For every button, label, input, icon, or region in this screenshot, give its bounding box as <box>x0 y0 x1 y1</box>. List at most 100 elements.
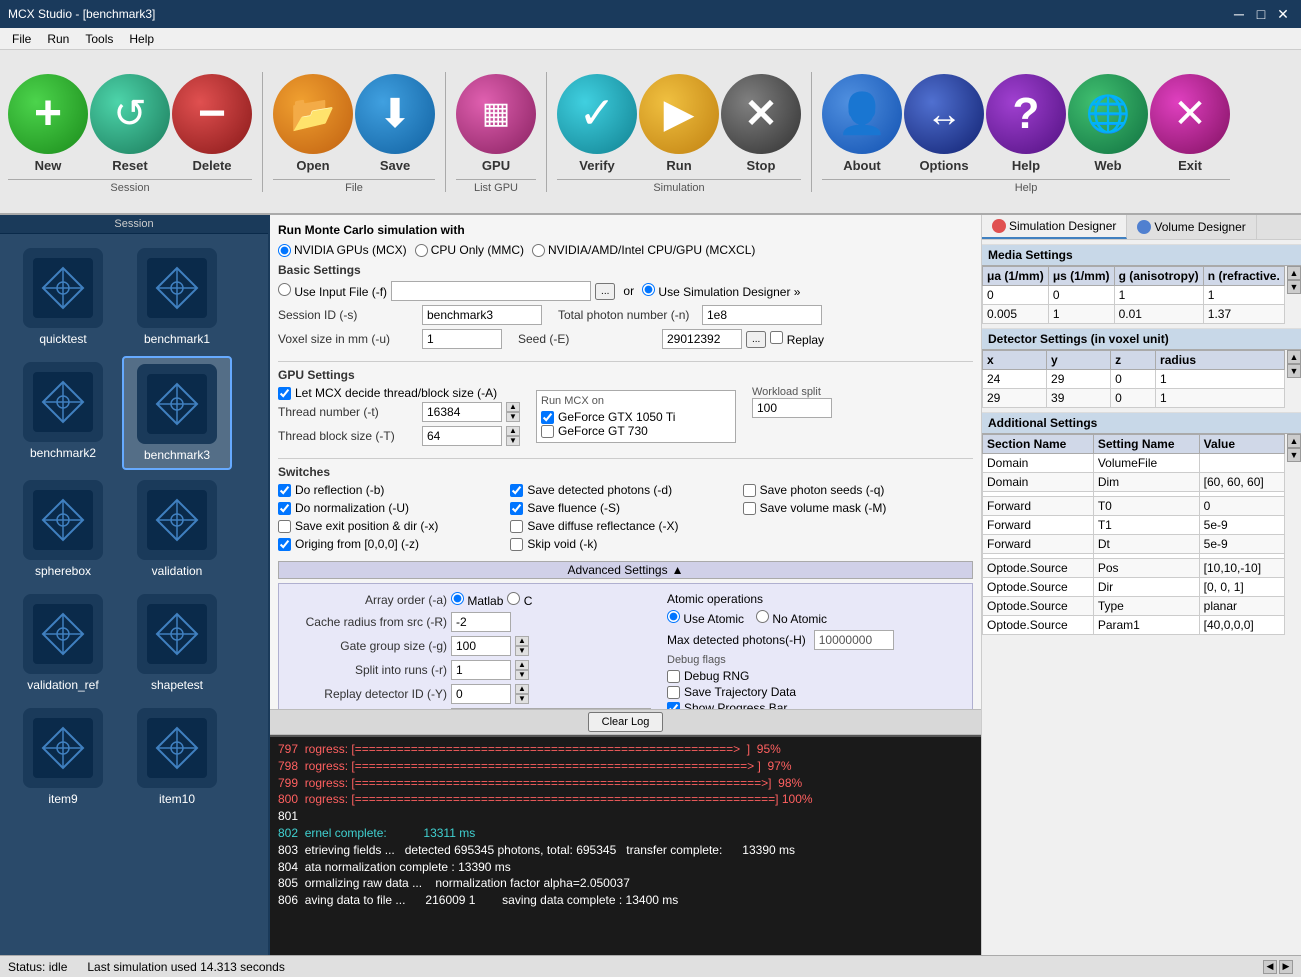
save-diffuse-checkbox[interactable] <box>510 520 523 533</box>
gate-group-input[interactable] <box>451 636 511 656</box>
gate-group-up[interactable]: ▲ <box>515 636 529 646</box>
replay-label[interactable]: Replay <box>770 331 824 347</box>
gpu2-checkbox[interactable] <box>541 425 554 438</box>
log-area[interactable]: 797 rogress: [==========================… <box>270 735 981 955</box>
save-detected-checkbox[interactable] <box>510 484 523 497</box>
session-item-spherebox[interactable]: spherebox <box>8 474 118 584</box>
no-atomic-radio-label[interactable]: No Atomic <box>756 610 827 626</box>
cpu-mmc-option[interactable]: CPU Only (MMC) <box>415 243 524 257</box>
menu-file[interactable]: File <box>4 32 39 46</box>
exit-button[interactable]: ✕ Exit <box>1150 70 1230 177</box>
add-scroll-up[interactable]: ▲ <box>1287 434 1301 448</box>
matlab-radio-label[interactable]: Matlab <box>451 592 503 608</box>
split-runs-down[interactable]: ▼ <box>515 670 529 680</box>
skip-void-checkbox[interactable] <box>510 538 523 551</box>
maximize-button[interactable]: □ <box>1251 4 1271 24</box>
open-button[interactable]: 📂 Open <box>273 70 353 177</box>
max-detected-input[interactable] <box>814 630 894 650</box>
tab-volume-designer[interactable]: Volume Designer <box>1127 215 1256 239</box>
debug-rng-checkbox[interactable] <box>667 670 680 683</box>
gate-group-spinner[interactable]: ▲ ▼ <box>515 636 529 656</box>
advanced-settings-toggle[interactable]: Advanced Settings ▲ <box>278 561 973 579</box>
use-input-radio-label[interactable]: Use Input File (-f) <box>278 283 387 299</box>
session-item-validation[interactable]: validation <box>122 474 232 584</box>
status-scroll-left[interactable]: ◀ <box>1263 960 1277 974</box>
replay-det-up[interactable]: ▲ <box>515 684 529 694</box>
save-exit-checkbox[interactable] <box>278 520 291 533</box>
delete-button[interactable]: − Delete <box>172 70 252 177</box>
thread-number-down[interactable]: ▼ <box>506 412 520 422</box>
use-sim-designer-radio[interactable] <box>642 283 655 296</box>
gpu1-checkbox[interactable] <box>541 411 554 424</box>
new-button[interactable]: + New <box>8 70 88 177</box>
seed-input[interactable] <box>662 329 742 349</box>
session-item-item9[interactable]: item9 <box>8 702 118 812</box>
save-button[interactable]: ⬇ Save <box>355 70 435 177</box>
thread-number-input[interactable] <box>422 402 502 422</box>
media-scroll-down[interactable]: ▼ <box>1287 280 1301 294</box>
use-sim-designer-radio-label[interactable]: Use Simulation Designer » <box>642 283 800 299</box>
use-atomic-radio-label[interactable]: Use Atomic <box>667 610 744 626</box>
session-item-quicktest[interactable]: quicktest <box>8 242 118 352</box>
gpu-button[interactable]: ▦ GPU <box>456 70 536 177</box>
do-reflection-checkbox[interactable] <box>278 484 291 497</box>
save-photon-seeds-checkbox[interactable] <box>743 484 756 497</box>
no-atomic-radio[interactable] <box>756 610 769 623</box>
thread-block-down[interactable]: ▼ <box>506 436 520 446</box>
save-fluence-checkbox[interactable] <box>510 502 523 515</box>
run-button[interactable]: ▶ Run <box>639 70 719 177</box>
replay-det-input[interactable] <box>451 684 511 704</box>
media-scroll-up[interactable]: ▲ <box>1287 266 1301 280</box>
replay-det-spinner[interactable]: ▲ ▼ <box>515 684 529 704</box>
det-scroll-down[interactable]: ▼ <box>1287 364 1301 378</box>
stop-button[interactable]: ✕ Stop <box>721 70 801 177</box>
session-id-input[interactable] <box>422 305 542 325</box>
auto-thread-checkbox[interactable] <box>278 387 291 400</box>
cpu-mmc-radio[interactable] <box>415 244 428 257</box>
session-item-benchmark1[interactable]: benchmark1 <box>122 242 232 352</box>
help-button[interactable]: ? Help <box>986 70 1066 177</box>
amd-option[interactable]: NVIDIA/AMD/Intel CPU/GPU (MCXCL) <box>532 243 755 257</box>
gpu-mcx-option[interactable]: NVIDIA GPUs (MCX) <box>278 243 407 257</box>
menu-help[interactable]: Help <box>121 32 162 46</box>
browse-button[interactable]: ... <box>595 283 615 300</box>
c-radio[interactable] <box>507 592 520 605</box>
thread-block-up[interactable]: ▲ <box>506 426 520 436</box>
use-atomic-radio[interactable] <box>667 610 680 623</box>
thread-number-up[interactable]: ▲ <box>506 402 520 412</box>
verify-button[interactable]: ✓ Verify <box>557 70 637 177</box>
split-runs-spinner[interactable]: ▲ ▼ <box>515 660 529 680</box>
session-item-benchmark2[interactable]: benchmark2 <box>8 356 118 470</box>
thread-block-input[interactable] <box>422 426 502 446</box>
origin-checkbox[interactable] <box>278 538 291 551</box>
clear-log-button[interactable]: Clear Log <box>588 712 664 732</box>
gpu-mcx-radio[interactable] <box>278 244 291 257</box>
input-file-field[interactable] <box>391 281 591 301</box>
reset-button[interactable]: ↺ Reset <box>90 70 170 177</box>
session-item-item10[interactable]: item10 <box>122 702 232 812</box>
matlab-radio[interactable] <box>451 592 464 605</box>
workload-input[interactable] <box>752 398 832 418</box>
amd-radio[interactable] <box>532 244 545 257</box>
menu-tools[interactable]: Tools <box>77 32 121 46</box>
session-item-shapetest[interactable]: shapetest <box>122 588 232 698</box>
cache-radius-input[interactable] <box>451 612 511 632</box>
split-runs-input[interactable] <box>451 660 511 680</box>
tab-simulation-designer[interactable]: Simulation Designer <box>982 215 1127 239</box>
thread-block-spinner[interactable]: ▲ ▼ <box>506 426 520 446</box>
session-item-benchmark3[interactable]: benchmark3 <box>122 356 232 470</box>
add-scroll-down[interactable]: ▼ <box>1287 448 1301 462</box>
menu-run[interactable]: Run <box>39 32 77 46</box>
split-runs-up[interactable]: ▲ <box>515 660 529 670</box>
thread-number-spinner[interactable]: ▲ ▼ <box>506 402 520 422</box>
status-scroll-right[interactable]: ▶ <box>1279 960 1293 974</box>
options-button[interactable]: ↔ Options <box>904 70 984 177</box>
web-button[interactable]: 🌐 Web <box>1068 70 1148 177</box>
replay-checkbox[interactable] <box>770 331 783 344</box>
minimize-button[interactable]: ─ <box>1229 4 1249 24</box>
session-item-validation_ref[interactable]: validation_ref <box>8 588 118 698</box>
about-button[interactable]: 👤 About <box>822 70 902 177</box>
det-scroll-up[interactable]: ▲ <box>1287 350 1301 364</box>
save-traj-checkbox[interactable] <box>667 686 680 699</box>
voxel-size-input[interactable] <box>422 329 502 349</box>
